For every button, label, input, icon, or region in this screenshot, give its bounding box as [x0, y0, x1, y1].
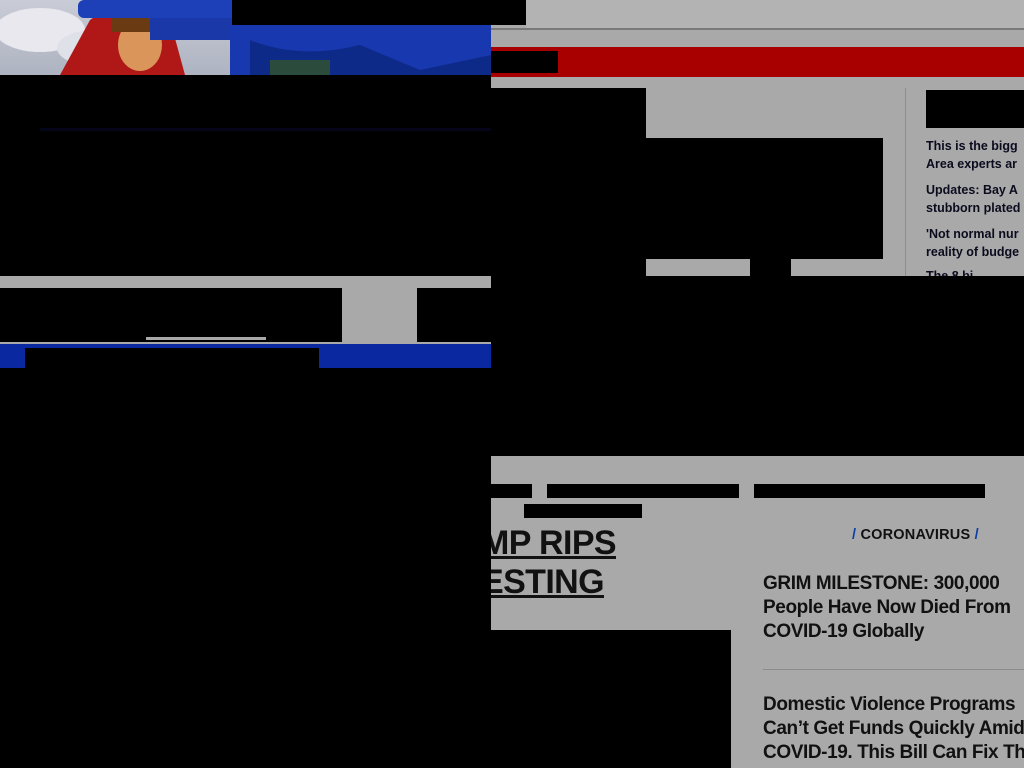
section-blue-band-label-block[interactable]: [25, 348, 319, 368]
top-banner-overlay: [232, 0, 526, 25]
topic-pill[interactable]: [754, 484, 985, 498]
sidebar-story-line[interactable]: Updates: Bay A: [926, 181, 1024, 199]
nav-item-gap: [342, 288, 417, 342]
sidebar-story-line[interactable]: reality of budge: [926, 243, 1024, 261]
tag-slash: /: [974, 527, 979, 543]
featured-caption-tab: [750, 259, 791, 276]
story-headline-link[interactable]: GRIM MILESTONE: 300,000 People Have Now …: [763, 572, 1024, 644]
main-headline-line: ESTING: [491, 563, 605, 601]
main-headline[interactable]: MP RIPS ESTING: [491, 524, 691, 602]
topic-pill[interactable]: [491, 484, 532, 498]
content-overlay: [491, 630, 731, 768]
nav-row-gap: [0, 276, 491, 288]
video-player-overlay[interactable]: [0, 75, 491, 276]
sidebar-story-line[interactable]: stubborn plated: [926, 199, 1024, 217]
tag-label: CORONAVIRUS: [860, 527, 971, 543]
story-divider: [763, 669, 1024, 670]
masthead-logo-block[interactable]: [491, 51, 558, 73]
featured-caption-block: [491, 259, 646, 276]
top-bar-divider: [491, 28, 1024, 30]
sidebar-divider: [905, 88, 906, 276]
nav-item-block[interactable]: [417, 288, 491, 342]
story-headline-link[interactable]: Domestic Violence Programs Can’t Get Fun…: [763, 693, 1024, 768]
top-utility-bar: [526, 0, 1024, 28]
sidebar-story-line[interactable]: 'Not normal nur: [926, 225, 1024, 243]
sidebar-story-line[interactable]: Area experts ar: [926, 155, 1024, 173]
sidebar-story-line[interactable]: The 8 bi: [926, 267, 1024, 276]
sidebar-story-line[interactable]: This is the bigg: [926, 137, 1024, 155]
featured-image-block[interactable]: [491, 138, 883, 259]
sidebar-title-block: [926, 90, 1024, 128]
video-progress-line[interactable]: [40, 128, 491, 131]
topic-pill[interactable]: [524, 504, 642, 518]
featured-headline-block[interactable]: [491, 88, 646, 138]
masthead-red-bar: [491, 47, 1024, 77]
nav-active-underline: [146, 337, 266, 340]
content-overlay: [491, 276, 1024, 456]
main-headline-line: MP RIPS: [491, 524, 617, 562]
section-tag-coronavirus[interactable]: / CORONAVIRUS /: [852, 527, 979, 543]
content-overlay: [0, 368, 491, 768]
tag-slash: /: [852, 527, 857, 543]
nav-item-block[interactable]: [0, 288, 342, 342]
topic-pill[interactable]: [547, 484, 739, 498]
